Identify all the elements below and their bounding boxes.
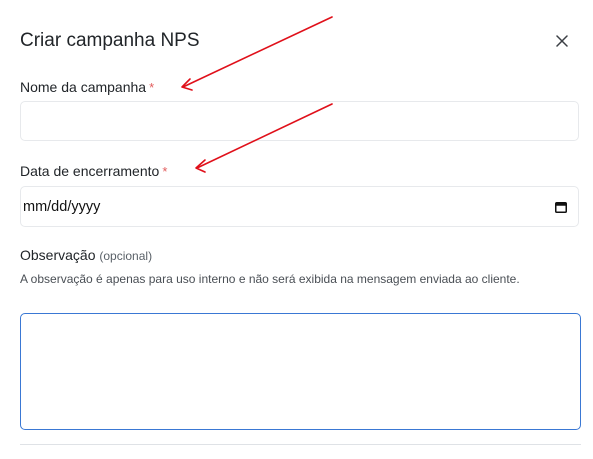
note-textarea[interactable] <box>20 313 581 430</box>
end-date-input[interactable]: mm/dd/yyyy <box>20 186 579 227</box>
annotation-arrow-name <box>181 16 333 91</box>
optional-text: (opcional) <box>99 249 153 263</box>
end-date-value: mm/dd/yyyy <box>23 198 101 215</box>
note-label-text: Observação <box>20 247 96 263</box>
campaign-name-label: Nome da campanha * <box>20 78 154 97</box>
close-button[interactable] <box>551 31 573 51</box>
end-date-label-text: Data de encerramento <box>20 163 160 179</box>
calendar-icon[interactable] <box>555 201 567 213</box>
create-nps-campaign-modal: Criar campanha NPS Nome da campanha * Dat… <box>0 0 593 459</box>
note-label: Observação (opcional) <box>20 246 152 265</box>
required-asterisk: * <box>162 164 168 179</box>
end-date-label: Data de encerramento * <box>20 162 167 181</box>
note-help-text: A observação é apenas para uso interno e… <box>20 272 520 286</box>
campaign-name-label-text: Nome da campanha <box>20 79 147 95</box>
modal-title: Criar campanha NPS <box>20 30 200 51</box>
close-icon <box>556 35 568 47</box>
campaign-name-input[interactable] <box>20 101 579 141</box>
modal-divider <box>20 444 581 445</box>
required-asterisk: * <box>149 80 155 95</box>
